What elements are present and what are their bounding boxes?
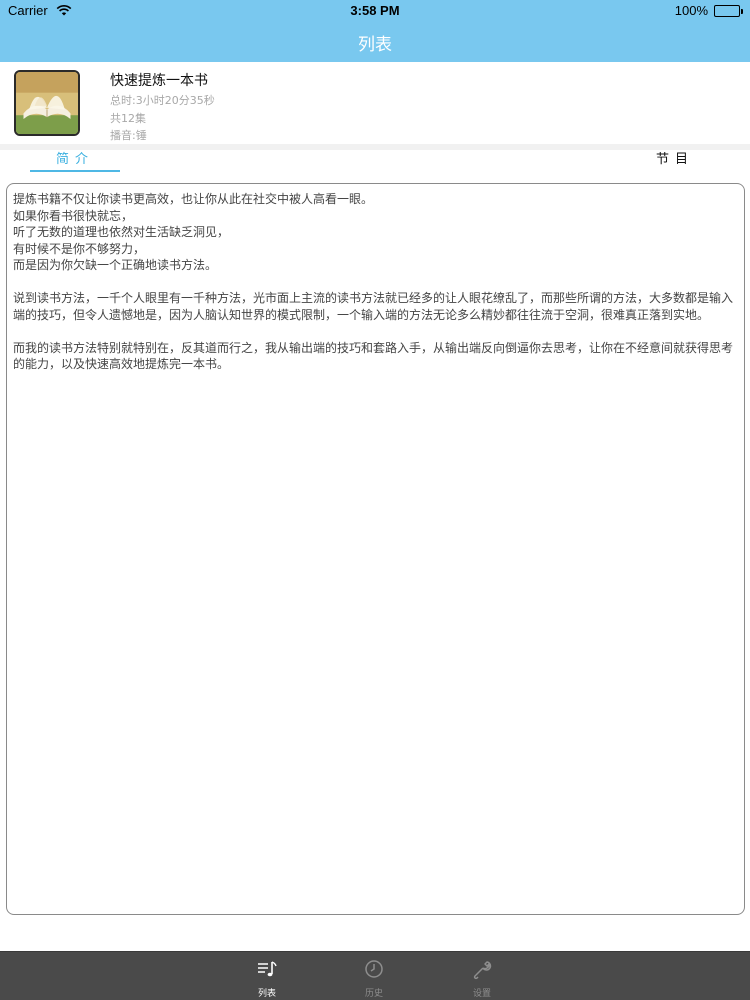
wrench-icon: [473, 961, 492, 980]
music-list-icon: [258, 961, 277, 977]
tabbar-item-list[interactable]: 列表: [237, 952, 297, 1000]
open-book-icon: [16, 72, 78, 134]
description-line: 提炼书籍不仅让你读书更高效，也让你从此在社交中被人高看一眼。: [13, 192, 374, 206]
tab-intro[interactable]: 简介: [30, 150, 120, 172]
tab-active-indicator: [30, 170, 120, 172]
clock-icon: [365, 960, 383, 978]
book-header: 快速提炼一本书 总时:3小时20分35秒 共12集 播音:锤: [0, 62, 750, 144]
tab-episodes[interactable]: 节目: [640, 150, 710, 172]
description-text-view[interactable]: 提炼书籍不仅让你读书更高效，也让你从此在社交中被人高看一眼。 如果你看书很快就忘…: [6, 183, 745, 915]
tabbar-item-settings[interactable]: 设置: [452, 952, 512, 1000]
description-line: 而是因为你欠缺一个正确地读书方法。: [13, 258, 218, 272]
navigation-bar: Carrier 3:58 PM 100% 列表: [0, 0, 750, 62]
book-title: 快速提炼一本书: [110, 73, 208, 89]
page-title: 列表: [358, 35, 392, 55]
battery-percent: 100%: [674, 3, 708, 18]
status-bar: Carrier 3:58 PM 100%: [0, 0, 750, 22]
description-paragraph: 说到读书方法，一千个人眼里有一千种方法，光市面上主流的读书方法就已经多的让人眼花…: [13, 291, 734, 322]
tabbar-item-history[interactable]: 历史: [344, 952, 404, 1000]
tabbar-item-label: 历史: [364, 989, 383, 999]
episode-count: 共12集: [110, 112, 146, 125]
description-line: 如果你看书很快就忘，: [13, 208, 134, 223]
tab-intro-label: 简介: [55, 152, 94, 167]
total-duration: 总时:3小时20分35秒: [110, 94, 215, 107]
description-line: 听了无数的道理也依然对生活缺乏洞见，: [13, 225, 230, 239]
description-paragraph: 而我的读书方法特别就特别在，反其道而行之，我从输出端的技巧和套路入手，从输出端反…: [13, 340, 734, 372]
battery-icon: [714, 5, 743, 17]
book-cover-image: [14, 70, 80, 136]
tabbar-item-label: 设置: [472, 989, 491, 999]
bottom-tab-bar: 列表 历史 设置: [0, 951, 750, 1000]
tabbar-item-label: 列表: [257, 989, 276, 999]
tab-episodes-label: 节目: [655, 152, 694, 167]
narrator: 播音:锤: [110, 129, 147, 142]
segment-tabs: 简介 节目: [0, 150, 750, 174]
description-line: 有时候不是你不够努力，: [13, 241, 146, 256]
clock-label: 3:58 PM: [350, 3, 400, 18]
